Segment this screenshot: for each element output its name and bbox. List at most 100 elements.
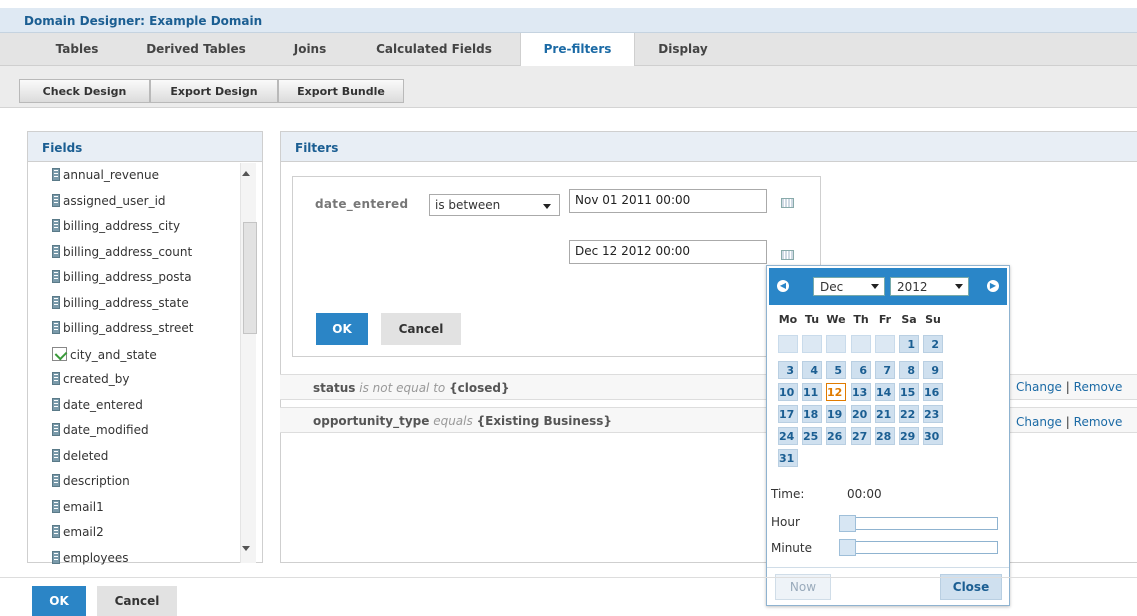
hour-slider[interactable] (839, 517, 998, 530)
field-label: assigned_user_id (63, 193, 166, 208)
month-select[interactable]: Dec (813, 277, 885, 296)
export-design-button[interactable]: Export Design (150, 79, 278, 103)
calendar-day[interactable]: 16 (923, 383, 943, 401)
calendar-day[interactable]: 7 (875, 361, 895, 379)
calendar-day[interactable]: 19 (826, 405, 846, 423)
calendar-day[interactable]: 26 (826, 427, 846, 445)
calendar-day[interactable]: 18 (802, 405, 822, 423)
calendar-day[interactable]: 22 (899, 405, 919, 423)
tab-derived-tables[interactable]: Derived Tables (131, 33, 261, 66)
calendar-day[interactable]: 30 (923, 427, 943, 445)
field-item[interactable]: billing_address_street (52, 318, 206, 340)
operator-select[interactable]: is between (429, 194, 560, 216)
field-icon (52, 397, 60, 411)
field-item[interactable]: deleted (52, 446, 206, 468)
filter-row-field: opportunity_type (313, 414, 430, 428)
field-icon (52, 550, 60, 564)
scroll-down-icon[interactable] (242, 546, 250, 551)
field-icon (52, 423, 60, 436)
field-label: created_by (63, 372, 130, 386)
calendar-day[interactable]: 4 (802, 361, 822, 379)
field-item[interactable]: assigned_user_id (52, 191, 206, 213)
minute-slider-handle[interactable] (839, 539, 856, 556)
tab-pre-filters[interactable]: Pre-filters (520, 33, 635, 67)
field-item[interactable]: description (52, 471, 206, 493)
calendar-day[interactable]: 12 (826, 383, 846, 401)
calendar-day[interactable]: 2 (923, 335, 943, 353)
remove-link[interactable]: Remove (1074, 415, 1123, 429)
remove-link[interactable]: Remove (1074, 380, 1123, 394)
hour-slider-handle[interactable] (839, 515, 856, 532)
field-item[interactable]: employees (52, 548, 206, 570)
filter-ok-button[interactable]: OK (316, 313, 368, 345)
cancel-button[interactable]: Cancel (97, 586, 177, 616)
field-item[interactable]: email1 (52, 497, 206, 519)
calendar-day[interactable]: 24 (778, 427, 798, 445)
calendar-day[interactable]: 29 (899, 427, 919, 445)
calendar-day[interactable]: 11 (802, 383, 822, 401)
calendar-day[interactable]: 3 (778, 361, 798, 379)
calendar-day[interactable]: 13 (851, 383, 871, 401)
minute-slider[interactable] (839, 541, 998, 554)
field-label: billing_address_city (63, 219, 181, 233)
field-item[interactable]: billing_address_posta (52, 267, 206, 289)
field-item[interactable]: date_modified (52, 420, 206, 442)
calendar-day[interactable]: 14 (875, 383, 895, 401)
calendar-day[interactable]: 23 (923, 405, 943, 423)
calculated-field-icon (52, 346, 67, 361)
to-date-input[interactable]: Dec 12 2012 00:00 (569, 240, 767, 264)
calendar-day[interactable]: 1 (899, 335, 919, 353)
calendar-day[interactable]: 10 (778, 383, 798, 401)
field-item[interactable]: annual_revenue (52, 165, 206, 187)
calendar-day[interactable]: 15 (899, 383, 919, 401)
hour-label: Hour (771, 515, 800, 529)
calendar-day[interactable]: 31 (778, 449, 798, 467)
field-item[interactable]: billing_address_state (52, 293, 206, 315)
calendar-icon[interactable] (781, 198, 794, 208)
year-select[interactable]: 2012 (890, 277, 969, 296)
from-date-input[interactable]: Nov 01 2011 00:00 (569, 189, 767, 213)
fields-panel-title: Fields (28, 132, 262, 162)
tab-bar: Tables Derived Tables Joins Calculated F… (0, 33, 1137, 67)
weekday-header: Th (853, 313, 869, 326)
field-item[interactable]: city_and_state (52, 344, 206, 366)
tab-joins[interactable]: Joins (280, 33, 340, 66)
calendar-day[interactable]: 28 (875, 427, 895, 445)
calendar-day[interactable]: 25 (802, 427, 822, 445)
field-label: deleted (63, 448, 109, 463)
field-item[interactable]: billing_address_city (52, 216, 206, 238)
ok-button[interactable]: OK (32, 586, 86, 616)
change-link[interactable]: Change (1016, 415, 1062, 429)
field-item[interactable]: created_by (52, 369, 206, 391)
calendar-day[interactable]: 5 (826, 361, 846, 379)
calendar-icon[interactable] (781, 250, 794, 260)
export-bundle-button[interactable]: Export Bundle (278, 79, 404, 103)
calendar-day[interactable]: 27 (851, 427, 871, 445)
field-item[interactable]: billing_address_count (52, 242, 206, 264)
scroll-up-icon[interactable] (242, 171, 250, 176)
tab-display[interactable]: Display (648, 33, 718, 66)
filter-cancel-button[interactable]: Cancel (381, 313, 461, 345)
field-label: billing_address_street (63, 321, 194, 335)
prev-month-icon[interactable]: ◀ (777, 280, 789, 292)
calendar-day[interactable]: 17 (778, 405, 798, 423)
next-month-icon[interactable]: ▶ (987, 280, 999, 292)
calendar-day[interactable]: 6 (851, 361, 871, 379)
calendar-day[interactable]: 9 (923, 361, 943, 379)
field-icon (52, 219, 60, 232)
field-item[interactable]: date_entered (52, 395, 206, 417)
tab-tables[interactable]: Tables (38, 33, 116, 66)
scroll-thumb[interactable] (243, 222, 257, 334)
field-item[interactable]: email2 (52, 522, 206, 544)
field-icon (52, 321, 60, 334)
calendar-blank (875, 335, 895, 353)
weekday-header: Tu (804, 313, 820, 326)
calendar-day[interactable]: 21 (875, 405, 895, 423)
calendar-day[interactable]: 8 (899, 361, 919, 379)
row-actions: Change | Remove (1016, 415, 1122, 429)
check-design-button[interactable]: Check Design (19, 79, 150, 103)
calendar-day[interactable]: 20 (851, 405, 871, 423)
date-picker-header: ◀ Dec 2012 ▶ (769, 268, 1007, 305)
change-link[interactable]: Change (1016, 380, 1062, 394)
tab-calculated-fields[interactable]: Calculated Fields (360, 33, 508, 66)
